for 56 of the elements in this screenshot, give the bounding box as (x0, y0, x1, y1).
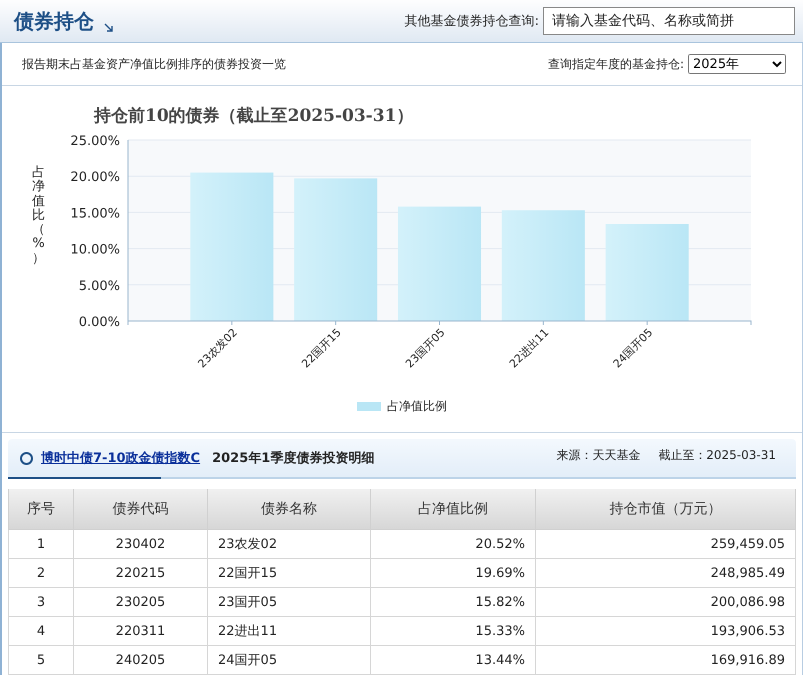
y-tick-label: 10.00% (70, 242, 120, 258)
y-tick-label: 0.00% (78, 315, 120, 330)
fund-link[interactable]: 博时中债7-10政金债指数C (41, 449, 200, 467)
x-tick-label: 23农发02 (195, 326, 240, 370)
table-cell: 1 (8, 530, 74, 558)
search-label: 其他基金债券持仓查询: (404, 13, 539, 30)
column-header: 序号 (8, 489, 74, 530)
table-cell: 15.33% (370, 616, 536, 646)
y-tick-label: 15.00% (70, 206, 120, 222)
year-label: 查询指定年度的基金持仓: (548, 56, 684, 72)
table-cell: 22进出11 (208, 616, 370, 646)
table-cell: 5 (8, 646, 74, 674)
x-tick-label: 24国开05 (610, 326, 656, 370)
table-cell: 200,086.98 (536, 588, 796, 616)
chart-title: 持仓前10的债券（截止至2025-03-31） (94, 106, 414, 126)
year-select[interactable]: 2025年 (688, 54, 786, 74)
search-field[interactable]: 请输入基金代码、名称或简拼 (543, 7, 795, 35)
section-title: 2025年1季度债券投资明细 (212, 450, 374, 467)
table-cell: 3 (8, 588, 74, 616)
table-cell: 248,985.49 (536, 558, 796, 588)
table-cell: 230205 (74, 588, 208, 616)
x-tick-label: 22进出11 (506, 326, 552, 370)
table-cell: 220311 (74, 616, 208, 646)
y-tick-label: 20.00% (70, 170, 120, 186)
table-cell: 259,459.05 (536, 530, 796, 558)
table-cell: 240205 (74, 646, 208, 674)
circle-icon (20, 452, 33, 464)
column-header: 债券名称 (208, 489, 370, 530)
page-title: 债券持仓 (14, 8, 94, 34)
table-cell: 19.69% (370, 558, 536, 588)
table-cell: 13.44% (370, 646, 536, 674)
description-text: 报告期末占基金资产净值比例排序的债券投资一览 (22, 56, 286, 72)
table-cell: 220215 (74, 558, 208, 588)
table-cell: 22国开15 (208, 558, 370, 588)
source-text: 来源：天天基金 (556, 447, 640, 464)
table-cell: 23农发02 (208, 530, 370, 558)
x-tick-label: 22国开15 (299, 326, 344, 370)
column-header: 占净值比例 (370, 489, 536, 530)
legend-label: 占净值比例 (387, 398, 447, 415)
x-tick-label: 23国开05 (403, 326, 448, 370)
y-axis-label: 占净值比（%） (32, 166, 45, 266)
column-header: 债券代码 (74, 489, 208, 530)
table-cell: 23国开05 (208, 588, 370, 616)
table-cell: 2 (8, 558, 74, 588)
table-cell: 24国开05 (208, 646, 370, 674)
table-cell: 169,916.89 (536, 646, 796, 674)
table-cell: 15.82% (370, 588, 536, 616)
table-cell: 20.52% (370, 530, 536, 558)
table-cell: 230402 (74, 530, 208, 558)
table-cell: 193,906.53 (536, 616, 796, 646)
y-tick-label: 25.00% (70, 134, 120, 149)
y-tick-label: 5.00% (78, 278, 120, 294)
date-text: 截止至：2025-03-31 (658, 447, 776, 464)
table-cell: 4 (8, 616, 74, 646)
arrow-icon[interactable] (104, 23, 114, 33)
column-header: 持仓市值（万元） (536, 489, 796, 530)
